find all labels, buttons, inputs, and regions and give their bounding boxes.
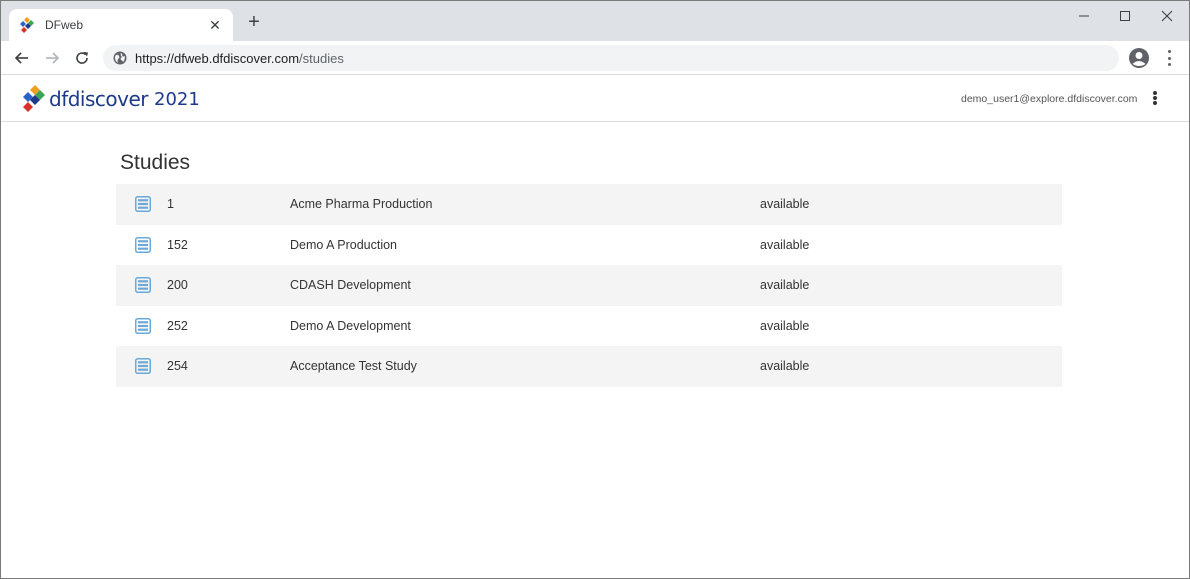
browser-toolbar: https://dfweb.dfdiscover.com/studies (1, 41, 1189, 75)
list-icon (135, 236, 151, 253)
globe-icon (113, 51, 127, 65)
brand-year: 2021 (154, 88, 200, 110)
study-number: 254 (167, 359, 188, 374)
study-status: available (760, 278, 810, 293)
minimize-button[interactable] (1064, 7, 1104, 25)
url-text: https://dfweb.dfdiscover.com/studies (135, 51, 344, 66)
url-path: /studies (299, 50, 344, 66)
study-row[interactable]: 1 Acme Pharma Production available (116, 184, 1062, 225)
study-status: available (760, 359, 810, 374)
reload-button[interactable] (71, 47, 93, 69)
maximize-icon (1120, 11, 1130, 21)
study-name: Demo A Development (290, 318, 411, 333)
profile-avatar-icon[interactable] (1128, 47, 1150, 69)
reload-icon (76, 52, 88, 64)
dfdiscover-favicon-icon (20, 17, 34, 33)
url-host: https://dfweb.dfdiscover.com (135, 50, 300, 66)
address-bar[interactable]: https://dfweb.dfdiscover.com/studies (103, 45, 1119, 71)
maximize-button[interactable] (1105, 7, 1145, 25)
study-row[interactable]: 200 CDASH Development available (116, 265, 1062, 306)
dfdiscover-logo[interactable]: dfdiscover 2021 (21, 85, 200, 113)
study-row[interactable]: 252 Demo A Development available (116, 306, 1062, 347)
study-name: CDASH Development (290, 278, 411, 293)
browser-menu-icon[interactable] (1166, 50, 1172, 66)
arrow-right-icon (46, 52, 60, 64)
study-number: 252 (167, 318, 188, 333)
study-number: 200 (167, 278, 188, 293)
study-number: 1 (167, 197, 174, 212)
study-name: Acceptance Test Study (290, 359, 417, 374)
browser-tab[interactable]: DFweb ✕ (9, 9, 233, 41)
user-email[interactable]: demo_user1@explore.dfdiscover.com (961, 93, 1137, 105)
arrow-left-icon (14, 52, 28, 64)
minimize-icon (1079, 15, 1089, 17)
tab-close-icon[interactable]: ✕ (207, 17, 223, 34)
list-icon (135, 317, 151, 334)
dfdiscover-logo-icon (23, 85, 45, 112)
close-window-button[interactable] (1147, 7, 1187, 25)
list-icon (135, 277, 151, 294)
app-menu-icon[interactable] (1152, 91, 1158, 105)
study-number: 152 (167, 237, 188, 252)
study-name: Demo A Production (290, 237, 398, 252)
list-icon (135, 358, 151, 375)
tab-title: DFweb (45, 18, 84, 32)
tab-strip: DFweb ✕ + (1, 1, 1189, 41)
forward-button[interactable] (41, 47, 63, 69)
app-header: dfdiscover 2021 demo_user1@explore.dfdis… (1, 76, 1189, 122)
study-name: Acme Pharma Production (290, 197, 433, 212)
new-tab-button[interactable]: + (244, 12, 264, 32)
browser-window: DFweb ✕ + https://dfweb.dfdiscover.com/s… (0, 0, 1190, 579)
close-icon (1161, 10, 1173, 22)
brand-name: dfdiscover (49, 87, 149, 111)
study-status: available (760, 197, 810, 212)
back-button[interactable] (11, 47, 33, 69)
study-status: available (760, 237, 810, 252)
list-icon (135, 196, 151, 213)
study-row[interactable]: 254 Acceptance Test Study available (116, 346, 1062, 387)
study-status: available (760, 318, 810, 333)
study-row[interactable]: 152 Demo A Production available (116, 225, 1062, 266)
page-title: Studies (120, 151, 191, 174)
studies-list: 1 Acme Pharma Production available 152 Demo … (116, 184, 1062, 387)
